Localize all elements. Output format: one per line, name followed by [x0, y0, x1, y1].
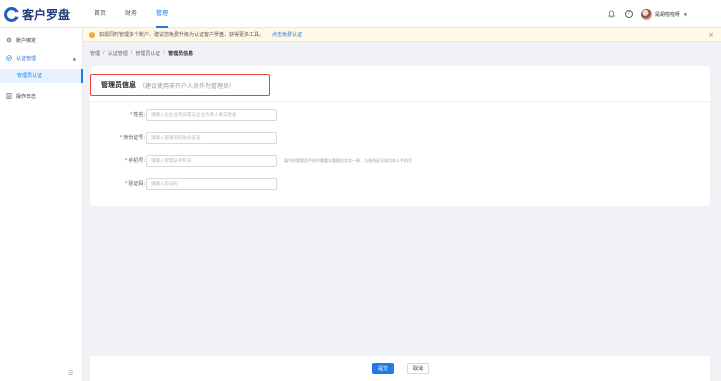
main-nav: 首页 财务 管理	[94, 0, 187, 28]
breadcrumb-separator: /	[130, 50, 133, 56]
verify-code-input[interactable]	[146, 178, 277, 190]
form-row-id-number: *身份证号:	[90, 132, 710, 144]
form-row-verify-code: *验证码:	[90, 178, 710, 190]
action-bar: 提交 取消	[90, 356, 710, 381]
field-label: *验证码:	[124, 181, 145, 187]
check-circle-icon	[6, 55, 12, 61]
sidebar-item-label: 认证管理	[16, 55, 37, 62]
page-title: 管理员信息	[101, 81, 136, 89]
title-highlight-box: 管理员信息 （建议使用非开户人员作为管理员）	[90, 74, 270, 96]
breadcrumb-separator: /	[163, 50, 166, 56]
sidebar-item-label: 操作日志	[16, 93, 37, 100]
sidebar-item-account-binding[interactable]: 账户绑定	[0, 32, 83, 48]
bell-icon[interactable]	[607, 10, 615, 18]
top-bar: 客户罗盘 首页 财务 管理 ? 是胡啦啦呀 ▼	[0, 0, 721, 28]
sidebar-subitem-admin-auth[interactable]: 管理员认证	[0, 69, 83, 83]
admin-info-card: 管理员信息 （建议使用非开户人员作为管理员） *姓名: *身份证号: *手机号:…	[90, 66, 710, 206]
id-number-input[interactable]	[146, 132, 277, 144]
top-right-tools: ? 是胡啦啦呀 ▼	[607, 0, 721, 28]
nav-manage[interactable]: 管理	[156, 0, 169, 28]
breadcrumb-item[interactable]: 管理	[90, 50, 100, 60]
sidebar-item-label: 账户绑定	[16, 37, 37, 44]
breadcrumb-item[interactable]: 认证管理	[108, 50, 128, 60]
collapse-menu-icon[interactable]: ☰	[68, 370, 73, 377]
nav-home[interactable]: 首页	[94, 0, 106, 28]
logo[interactable]: 客户罗盘	[4, 5, 70, 23]
nav-finance[interactable]: 财务	[125, 0, 137, 28]
page-subtitle: （建议使用非开户人员作为管理员）	[139, 82, 236, 90]
close-icon[interactable]: ×	[708, 31, 714, 39]
log-icon	[6, 93, 12, 99]
breadcrumb-item[interactable]: 管理员认证	[135, 50, 160, 60]
sidebar-item-auth-management[interactable]: 认证管理 ▲	[0, 50, 83, 66]
sidebar-item-operation-log[interactable]: 操作日志	[0, 88, 83, 104]
avatar[interactable]	[640, 8, 652, 20]
phone-input[interactable]	[146, 155, 277, 167]
gear-icon	[6, 37, 12, 43]
breadcrumb-separator: /	[103, 50, 105, 56]
cancel-button[interactable]: 取消	[407, 363, 429, 374]
sidebar: 账户绑定 认证管理 ▲ 管理员认证 操作日志 ☰	[0, 28, 83, 381]
form-row-phone: *手机号: 填写的管理员手机号需要与管理员实名一致，与身份证号同为本人手机号	[90, 155, 710, 167]
upgrade-notice: ! 如需同时管理多个账户，建议您免费升级为认证客户罗盘，获得更多工具。 点击免费…	[83, 28, 721, 42]
field-label: *手机号:	[124, 158, 145, 164]
card-header: 管理员信息 （建议使用非开户人员作为管理员）	[90, 66, 710, 102]
chevron-up-icon: ▲	[72, 55, 76, 61]
logo-icon	[4, 6, 20, 22]
logo-text: 客户罗盘	[22, 7, 71, 22]
free-auth-link[interactable]: 点击免费认证	[272, 31, 302, 38]
notice-text: 如需同时管理多个账户，建议您免费升级为认证客户罗盘，获得更多工具。	[99, 32, 265, 38]
breadcrumb: 管理 / 认证管理 / 管理员认证 / 管理员信息	[90, 50, 193, 60]
user-name[interactable]: 是胡啦啦呀	[655, 11, 680, 18]
form-row-name: *姓名:	[90, 109, 710, 121]
help-icon[interactable]: ?	[624, 10, 633, 18]
field-label: *姓名:	[129, 112, 145, 118]
breadcrumb-current: 管理员信息	[168, 51, 194, 57]
chevron-down-icon[interactable]: ▼	[684, 12, 687, 17]
submit-button[interactable]: 提交	[372, 363, 394, 374]
name-input[interactable]	[146, 109, 277, 121]
phone-hint: 填写的管理员手机号需要与管理员实名一致，与身份证号同为本人手机号	[284, 158, 412, 163]
warning-icon: !	[89, 31, 95, 38]
field-label: *身份证号:	[119, 135, 145, 141]
